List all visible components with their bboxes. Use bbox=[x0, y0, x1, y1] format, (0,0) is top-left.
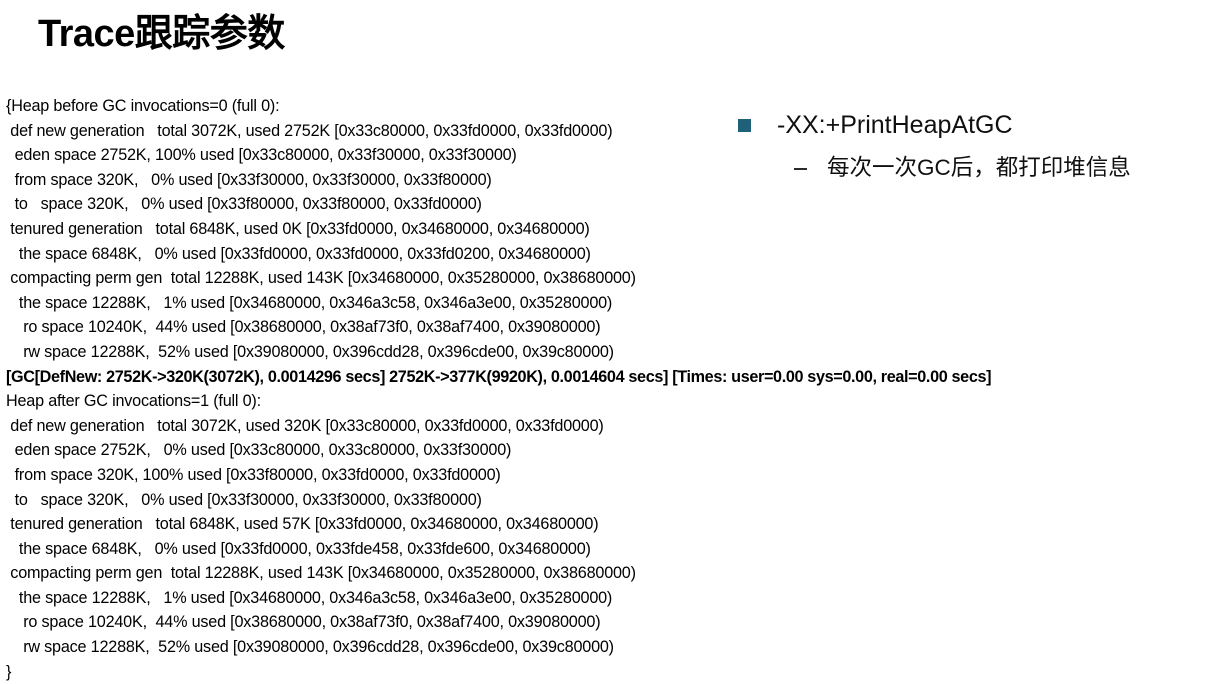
gc-log-line: } bbox=[6, 662, 12, 681]
gc-log-line: the space 6848K, 0% used [0x33fd0000, 0x… bbox=[6, 244, 591, 263]
bullet-sub-label: 每次一次GC后，都打印堆信息 bbox=[827, 155, 1131, 180]
bullet-item-sub: 每次一次GC后，都打印堆信息 bbox=[794, 152, 1208, 184]
gc-log-line: tenured generation total 6848K, used 0K … bbox=[6, 219, 590, 238]
gc-log-line: the space 12288K, 1% used [0x34680000, 0… bbox=[6, 293, 613, 312]
gc-log-line: to space 320K, 0% used [0x33f80000, 0x33… bbox=[6, 195, 482, 214]
page-title: Trace跟踪参数 bbox=[38, 13, 285, 55]
gc-log-line: to space 320K, 0% used [0x33f30000, 0x33… bbox=[6, 490, 482, 509]
gc-log-line: the space 12288K, 1% used [0x34680000, 0… bbox=[6, 588, 613, 607]
gc-log-line: from space 320K, 100% used [0x33f80000, … bbox=[6, 465, 501, 484]
square-bullet-icon bbox=[738, 119, 751, 132]
gc-log-line: eden space 2752K, 0% used [0x33c80000, 0… bbox=[6, 441, 512, 460]
gc-log-line: compacting perm gen total 12288K, used 1… bbox=[6, 269, 636, 288]
gc-log-line: [GC[DefNew: 2752K->320K(3072K), 0.001429… bbox=[6, 367, 992, 386]
dash-bullet-icon bbox=[794, 168, 807, 170]
gc-log-line: ro space 10240K, 44% used [0x38680000, 0… bbox=[6, 318, 601, 337]
bullet-panel: -XX:+PrintHeapAtGC 每次一次GC后，都打印堆信息 bbox=[738, 108, 1208, 184]
gc-log-line: rw space 12288K, 52% used [0x39080000, 0… bbox=[6, 342, 614, 361]
gc-log-line: def new generation total 3072K, used 320… bbox=[6, 416, 604, 435]
bullet-item-primary: -XX:+PrintHeapAtGC bbox=[738, 108, 1208, 142]
gc-log-line: compacting perm gen total 12288K, used 1… bbox=[6, 564, 636, 583]
gc-log-line: tenured generation total 6848K, used 57K… bbox=[6, 515, 599, 534]
slide-canvas: Trace跟踪参数 {Heap before GC invocations=0 … bbox=[0, 0, 1221, 681]
gc-log-line: the space 6848K, 0% used [0x33fd0000, 0x… bbox=[6, 539, 591, 558]
gc-log-line: Heap after GC invocations=1 (full 0): bbox=[6, 392, 261, 411]
bullet-primary-label: -XX:+PrintHeapAtGC bbox=[777, 111, 1013, 139]
gc-log-line: ro space 10240K, 44% used [0x38680000, 0… bbox=[6, 613, 601, 632]
gc-log-line: rw space 12288K, 52% used [0x39080000, 0… bbox=[6, 638, 614, 657]
